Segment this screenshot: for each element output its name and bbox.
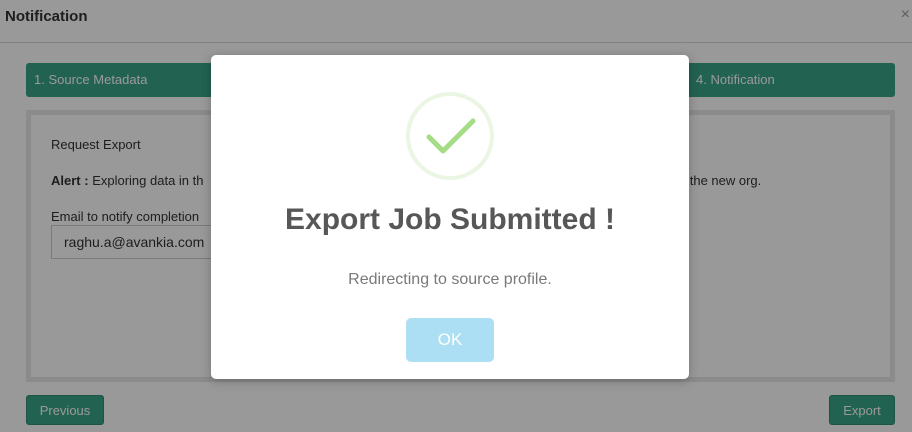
modal-message: Redirecting to source profile. [348, 271, 552, 288]
success-modal: Export Job Submitted ! Redirecting to so… [211, 55, 689, 379]
ok-button[interactable]: OK [406, 318, 494, 362]
modal-title: Export Job Submitted ! [285, 203, 615, 236]
checkmark-icon [406, 92, 494, 180]
